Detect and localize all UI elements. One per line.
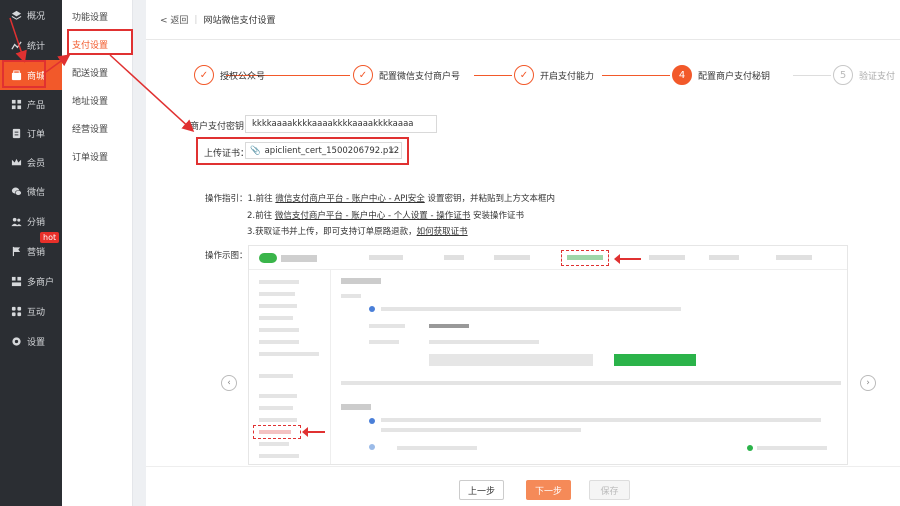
back-link[interactable]: < 返回	[160, 13, 188, 26]
subnav-delivery-settings[interactable]: 配送设置	[72, 66, 108, 79]
nav-item-overview[interactable]: 概况	[0, 0, 62, 30]
cert-file-chip[interactable]: 📎 apiclient_cert_1500206792.p12 ×	[245, 142, 402, 159]
account-center-highlight	[561, 250, 609, 266]
subnav-business-settings[interactable]: 经营设置	[72, 122, 108, 135]
cert-file-name: apiclient_cert_1500206792.p12	[264, 145, 400, 156]
hot-badge: hot	[40, 232, 60, 243]
check-icon: ✓	[353, 65, 373, 85]
nav-item-orders[interactable]: 订单	[0, 118, 62, 148]
grid-icon	[10, 98, 22, 110]
cert-label: 上传证书：	[204, 149, 250, 159]
chevron-left-icon: ‹	[227, 378, 231, 388]
flag-icon	[10, 245, 22, 257]
nav-item-stats[interactable]: 统计	[0, 30, 62, 60]
save-button[interactable]: 保存	[589, 480, 630, 500]
demo-screenshot	[248, 245, 848, 465]
sub-nav: 功能设置 支付设置 配送设置 地址设置 经营设置 订单设置	[62, 0, 133, 506]
chart-icon	[10, 39, 22, 51]
step-label: 配置商户支付秘钥	[698, 71, 771, 82]
how-to-get-cert-link[interactable]: 如何获取证书	[417, 227, 468, 237]
arrow-left-icon	[302, 427, 325, 437]
footer-bar	[146, 466, 900, 506]
guide-line-1: 操作指引：1.前往 微信支付商户平台 - 账户中心 - API安全 设置密钥，并…	[205, 194, 555, 204]
shop-highlight-box	[2, 60, 46, 88]
nav-item-members[interactable]: 会员	[0, 147, 62, 177]
step-number: 5	[833, 65, 853, 85]
step-1: ✓ 授权公众号	[194, 65, 265, 85]
step-number: 4	[672, 65, 692, 85]
merchant-key-input[interactable]: kkkkaaaakkkkaaaakkkkaaaakkkkaaaa	[245, 115, 437, 133]
nav-item-marketing[interactable]: hot 营销	[0, 232, 62, 266]
subnav-address-settings[interactable]: 地址设置	[72, 94, 108, 107]
nav-item-products[interactable]: 产品	[0, 89, 62, 119]
users-icon	[10, 215, 22, 227]
page-header: < 返回 | 网站微信支付设置	[146, 0, 900, 40]
step-5: 5 验证支付	[833, 65, 895, 85]
wechat-pay-logo	[259, 252, 319, 264]
crown-icon	[10, 156, 22, 168]
step-3: ✓ 开启支付能力	[514, 65, 594, 85]
step-connector	[602, 75, 670, 76]
gear-icon	[10, 335, 22, 347]
store-icon	[10, 275, 22, 287]
carousel-prev-button[interactable]: ‹	[221, 375, 237, 391]
layers-icon	[10, 9, 22, 21]
operation-cert-link[interactable]: 微信支付商户平台 - 账户中心 - 个人设置 - 操作证书	[275, 211, 470, 221]
demo-sidebar	[249, 270, 331, 464]
nav-item-wechat[interactable]: 微信	[0, 176, 62, 206]
step-2: ✓ 配置微信支付商户号	[353, 65, 460, 85]
interact-icon	[10, 305, 22, 317]
step-label: 配置微信支付商户号	[379, 71, 461, 82]
guide-line-3: 3.获取证书并上传，即可支持订单原路退款，如何获取证书	[247, 227, 468, 237]
close-icon[interactable]: ×	[388, 146, 395, 156]
page-title: 网站微信支付设置	[203, 16, 276, 26]
nav-item-settings[interactable]: 设置	[0, 326, 62, 356]
prev-step-button[interactable]: 上一步	[459, 480, 504, 500]
nav-item-multi-merchant[interactable]: 多商户	[0, 266, 62, 296]
step-connector	[474, 75, 512, 76]
api-security-link[interactable]: 微信支付商户平台 - 账户中心 - API安全	[275, 194, 424, 204]
payment-settings-highlight-box	[67, 29, 133, 55]
carousel-next-button[interactable]: ›	[860, 375, 876, 391]
subnav-feature-settings[interactable]: 功能设置	[72, 10, 108, 23]
demo-topbar	[249, 246, 847, 270]
paperclip-icon: 📎	[250, 145, 261, 156]
check-icon: ✓	[514, 65, 534, 85]
nav-item-interact[interactable]: 互动	[0, 296, 62, 326]
demo-set-key-button	[614, 354, 696, 366]
merchant-key-label: 商户支付密钥：	[190, 122, 254, 132]
check-icon: ✓	[194, 65, 214, 85]
clipboard-icon	[10, 127, 22, 139]
demo-label: 操作示图：	[205, 251, 248, 261]
subnav-order-settings[interactable]: 订单设置	[72, 150, 108, 163]
guide-line-2: 2.前往 微信支付商户平台 - 账户中心 - 个人设置 - 操作证书 安装操作证…	[247, 211, 524, 221]
step-label: 验证支付	[859, 71, 896, 82]
chevron-right-icon: ›	[866, 378, 870, 388]
step-connector	[793, 75, 831, 76]
arrow-left-icon	[614, 254, 641, 264]
api-security-highlight	[253, 425, 301, 439]
step-4: 4 配置商户支付秘钥	[672, 65, 770, 85]
step-label: 开启支付能力	[540, 71, 595, 82]
wechat-icon	[10, 185, 22, 197]
next-step-button[interactable]: 下一步	[526, 480, 571, 500]
step-label: 授权公众号	[220, 71, 266, 82]
